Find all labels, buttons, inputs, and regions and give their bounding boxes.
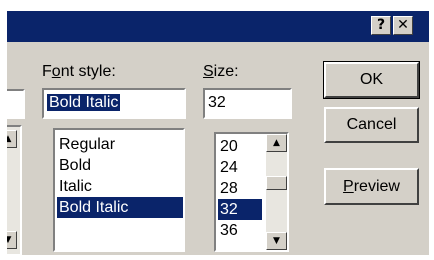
size-label: Size: [203,63,239,80]
ok-button[interactable]: OK [323,61,420,99]
font-name-field[interactable] [7,89,25,119]
size-input[interactable]: 32 [203,88,292,119]
font-style-value: Bold Italic [45,93,122,112]
font-style-list[interactable]: Regular Bold Italic Bold Italic [53,128,185,252]
font-dialog: ? ✕ ▲ ▼ Font style: Bold Italic Regular … [7,11,429,255]
font-style-input[interactable]: Bold Italic [42,88,186,119]
scroll-thumb[interactable] [266,176,287,190]
font-list-scroll-down-icon[interactable]: ▼ [7,231,17,249]
preview-button[interactable]: Preview [324,168,419,205]
help-button[interactable]: ? [371,16,391,35]
font-name-list[interactable]: ▲ ▼ [7,125,22,255]
list-item[interactable]: Bold [57,155,183,176]
size-list[interactable]: 20 24 28 32 36 ▲ ▼ [214,132,289,252]
list-item[interactable]: Regular [57,134,183,155]
list-item-selected[interactable]: Bold Italic [57,197,183,218]
list-item[interactable]: 36 [218,220,262,241]
cancel-button[interactable]: Cancel [324,107,419,143]
list-item[interactable]: 28 [218,178,262,199]
list-item[interactable]: 24 [218,157,262,178]
size-value: 32 [208,94,226,111]
list-item-selected[interactable]: 32 [218,199,262,220]
list-item[interactable]: Italic [57,176,183,197]
scroll-up-icon[interactable]: ▲ [266,134,287,152]
font-style-label: Font style: [42,63,116,80]
close-button[interactable]: ✕ [393,16,413,35]
list-item[interactable]: 20 [218,136,262,157]
scroll-down-icon[interactable]: ▼ [266,232,287,250]
font-list-scroll-up-icon[interactable]: ▲ [7,130,17,148]
title-bar: ? ✕ [7,11,429,42]
